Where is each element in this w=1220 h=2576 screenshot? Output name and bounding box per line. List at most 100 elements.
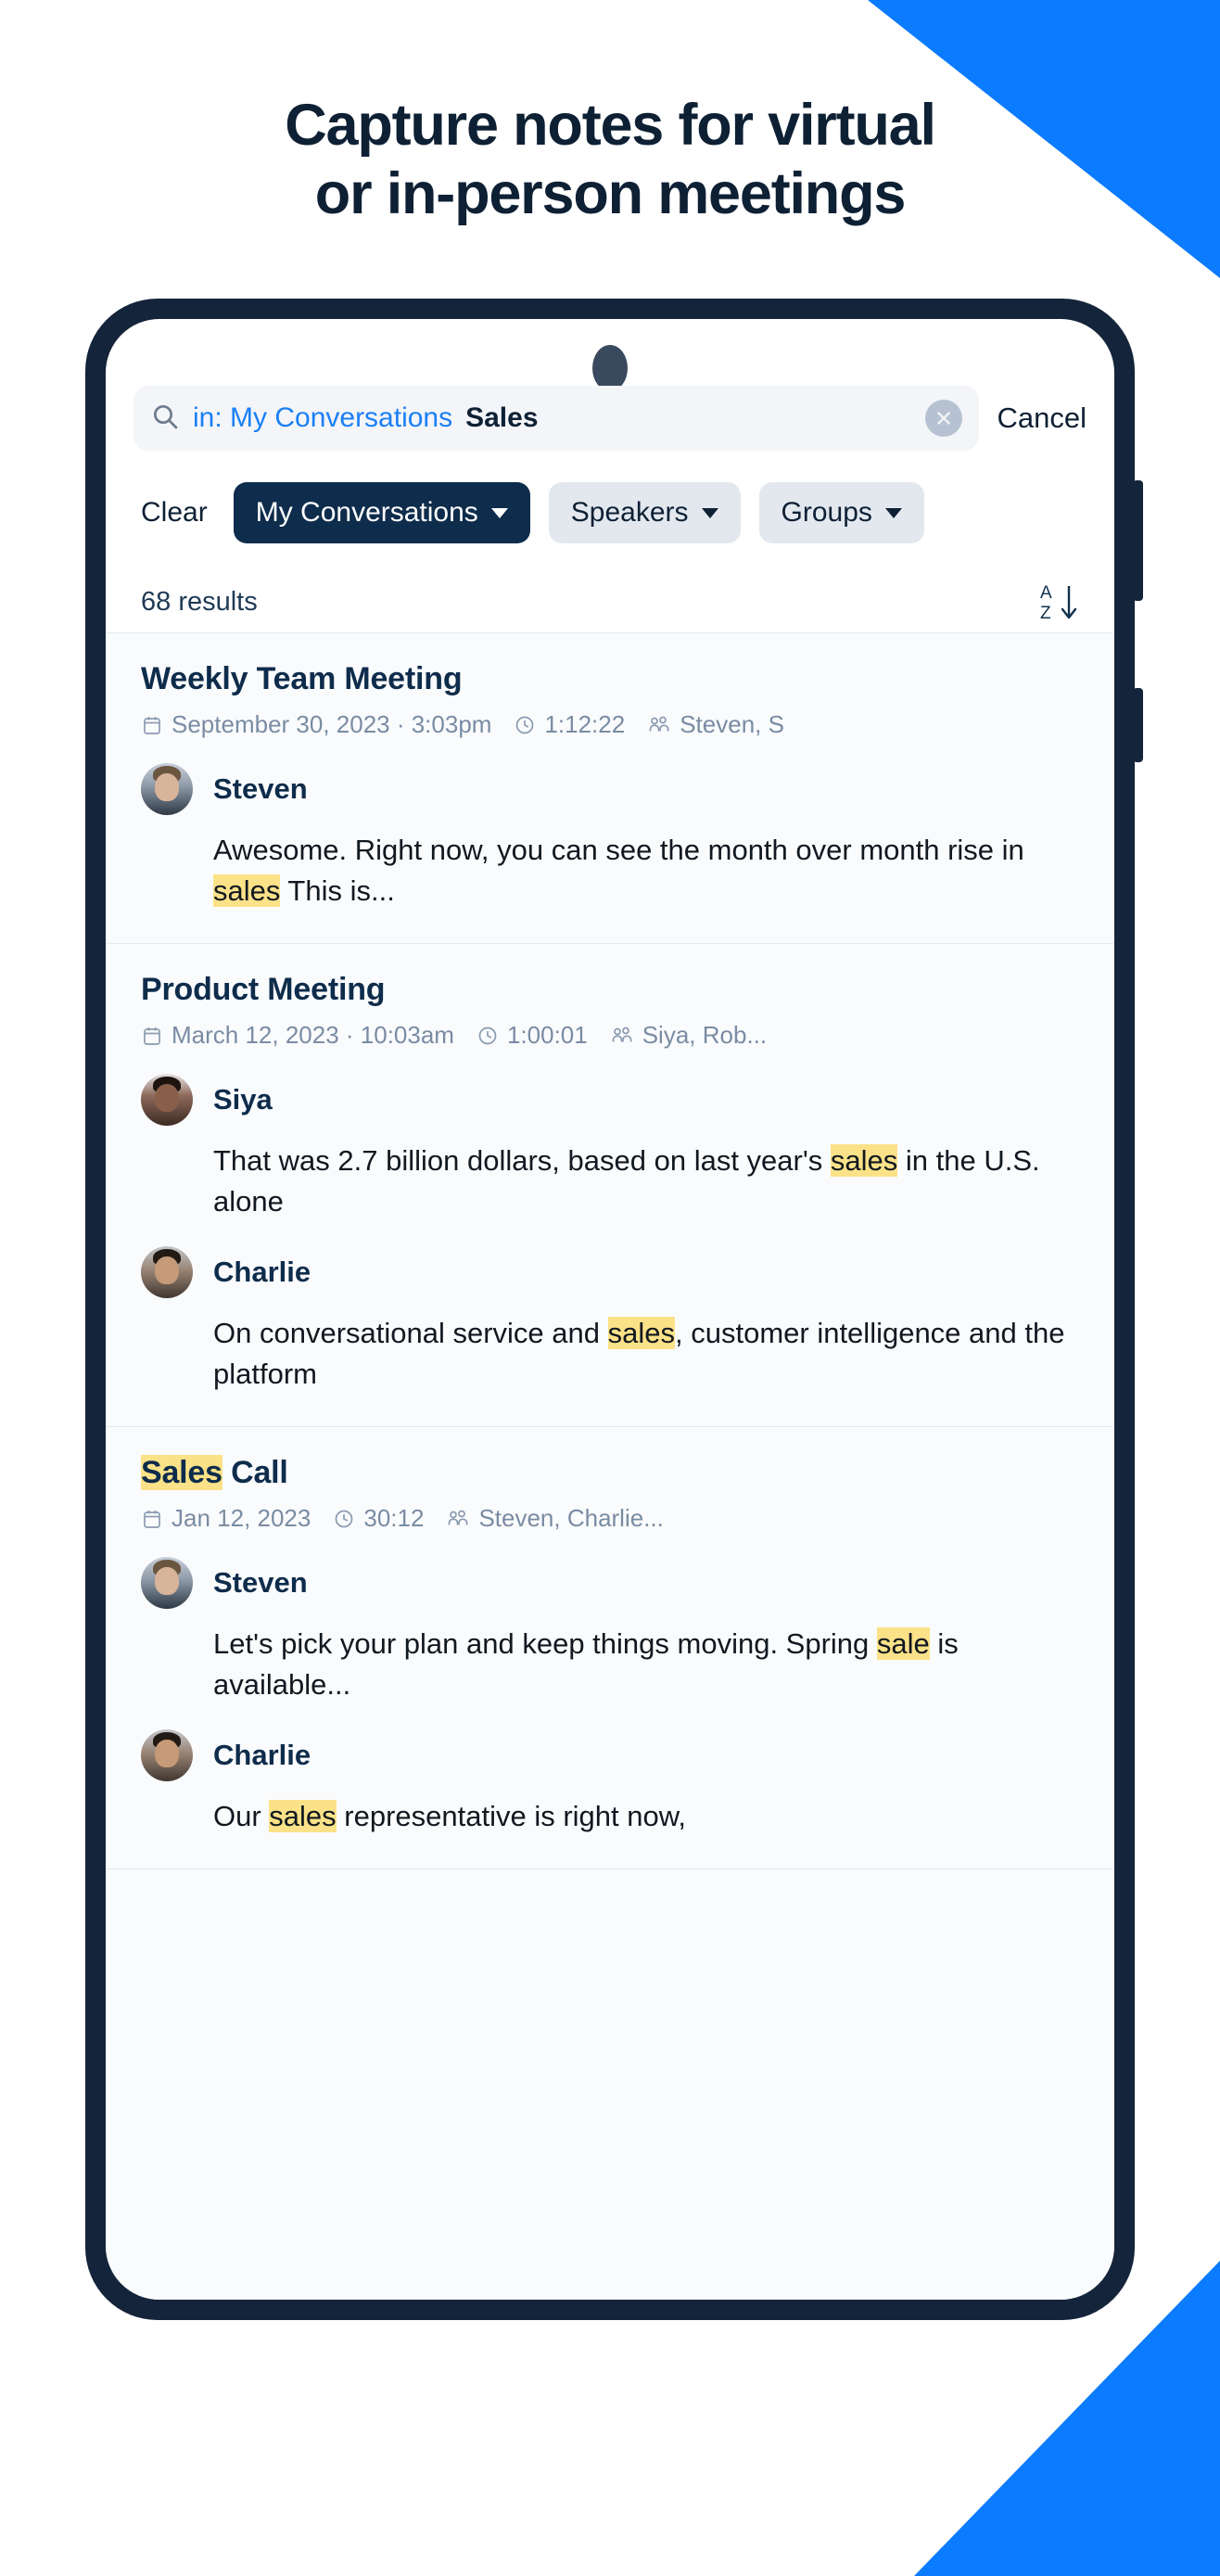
utterance[interactable]: Steven Awesome. Right now, you can see t… [141,763,1079,912]
utterance-header: Charlie [141,1246,1079,1299]
meta-participants-text: Siya, Rob... [642,1021,768,1050]
phone-volume-button [1133,480,1143,601]
clock-icon [478,1027,497,1044]
phone-screen: in: My Conversations Sales Cancel Clear … [106,319,1114,2300]
meta-participants: Steven, Charlie... [446,1504,664,1533]
calendar-icon [144,716,160,734]
text-pre: Let's pick your plan and keep things mov… [213,1627,877,1661]
title-rest: Weekly Team Meeting [141,661,463,696]
utterance-text: Awesome. Right now, you can see the mont… [213,830,1079,912]
headline-line-1: Capture notes for virtual [285,93,936,158]
search-results-list[interactable]: Weekly Team Meeting September 30, 2023 ·… [106,632,1114,2300]
chevron-down-icon [701,507,718,518]
clock-icon [516,716,534,733]
text-pre: Awesome. Right now, you can see the mont… [213,834,1024,866]
text-pre: On conversational service and [213,1317,608,1350]
filter-chip-speakers[interactable]: Speakers [548,482,741,543]
search-tokens: in: My Conversations Sales [193,402,912,434]
meta-date: March 12, 2023 · 10:03am [141,1021,454,1050]
filter-chip-my-conversations[interactable]: My Conversations [233,482,530,543]
chevron-down-icon [490,507,508,518]
meta-participants-text: Steven, Charlie... [478,1504,664,1533]
utterance[interactable]: Steven Let's pick your plan and keep thi… [141,1557,1079,1705]
utterance[interactable]: Siya That was 2.7 billion dollars, based… [141,1074,1079,1222]
avatar-steven [141,1557,193,1610]
result-card[interactable]: Weekly Team Meeting September 30, 2023 ·… [106,633,1114,945]
clear-search-icon[interactable] [924,400,962,437]
avatar-steven [141,763,193,815]
meta-duration-text: 1:12:22 [544,710,626,738]
search-input[interactable]: in: My Conversations Sales [133,386,979,451]
people-icon [612,1027,632,1042]
avatar-charlie [141,1729,193,1782]
results-count: 68 results [141,586,258,617]
front-camera-icon [592,345,628,391]
meta-duration: 30:12 [333,1504,424,1533]
conversation-title[interactable]: Sales Call [141,1455,1079,1491]
title-rest: Product Meeting [141,972,386,1008]
speaker-name: Charlie [213,1256,311,1289]
meta-duration-text: 1:00:01 [506,1021,588,1050]
meta-date-text: September 30, 2023 · 3:03pm [172,710,492,738]
text-highlight: sales [213,874,281,908]
utterance-text: On conversational service and sales, cus… [213,1313,1079,1395]
clock-icon [336,1510,353,1527]
utterance[interactable]: Charlie Our sales representative is righ… [141,1729,1079,1837]
results-summary-row: 68 results A Z [106,571,1114,632]
conversation-title[interactable]: Product Meeting [141,972,1079,1008]
title-highlight: Sales [141,1455,222,1491]
text-post: This is... [280,874,395,908]
meta-duration: 1:00:01 [477,1021,588,1050]
meta-participants: Steven, S [647,710,784,739]
meta-duration-text: 30:12 [363,1504,425,1533]
utterance-header: Steven [141,763,1079,815]
cancel-button[interactable]: Cancel [998,402,1087,435]
search-scope-token[interactable]: in: My Conversations [193,402,452,434]
people-icon [649,716,669,731]
text-highlight: sales [607,1317,675,1350]
result-card[interactable]: Sales Call Jan 12, 2023 30:12 Steven, Ch… [106,1427,1114,1870]
filter-chip-label: My Conversations [255,497,478,528]
filter-chip-label: Groups [781,497,872,528]
svg-text:Z: Z [1040,604,1051,623]
conversation-title[interactable]: Weekly Team Meeting [141,661,1079,697]
speaker-name: Steven [213,772,308,805]
filter-chip-label: Speakers [570,497,689,528]
meta-participants: Siya, Rob... [610,1021,767,1050]
speaker-name: Siya [213,1083,273,1116]
speaker-name: Charlie [213,1739,311,1772]
utterance-text: Let's pick your plan and keep things mov… [213,1624,1079,1705]
meta-date: September 30, 2023 · 3:03pm [141,710,491,739]
search-icon [150,402,180,436]
title-rest: Call [222,1455,288,1491]
clear-filters-button[interactable]: Clear [133,497,215,529]
utterance-text: Our sales representative is right now, [213,1796,1079,1837]
sort-az-descending-icon[interactable]: A Z [1038,580,1079,623]
text-highlight: sales [269,1800,337,1833]
meta-date-text: Jan 12, 2023 [172,1504,311,1533]
speaker-name: Steven [213,1566,308,1600]
filter-chip-row: Clear My Conversations Speakers Groups [106,482,1114,543]
avatar-charlie [141,1246,193,1299]
page-title: Capture notes for virtual or in-person m… [0,91,1220,229]
conversation-meta: September 30, 2023 · 3:03pm 1:12:22 Stev… [141,710,1079,739]
people-icon [449,1510,468,1525]
result-card[interactable]: Product Meeting March 12, 2023 · 10:03am [106,944,1114,1428]
text-pre: That was 2.7 billion dollars, based on l… [213,1144,831,1178]
search-query-token: Sales [465,402,539,433]
conversation-meta: March 12, 2023 · 10:03am 1:00:01 Siya, R… [141,1021,1079,1050]
text-highlight: sales [830,1144,898,1178]
meta-date-text: March 12, 2023 · 10:03am [172,1021,454,1050]
phone-mockup-frame: in: My Conversations Sales Cancel Clear … [85,299,1143,2320]
text-pre: Our [213,1800,270,1833]
search-bar: in: My Conversations Sales Cancel [106,386,1114,451]
headline-line-2: or in-person meetings [314,161,907,227]
utterance-header: Siya [141,1074,1079,1127]
svg-text:A: A [1040,583,1052,603]
meta-date: Jan 12, 2023 [141,1504,311,1533]
meta-participants-text: Steven, S [680,710,784,738]
filter-chip-groups[interactable]: Groups [758,482,924,543]
utterance-text: That was 2.7 billion dollars, based on l… [213,1141,1079,1222]
utterance[interactable]: Charlie On conversational service and sa… [141,1246,1079,1395]
phone-power-button [1133,688,1143,762]
